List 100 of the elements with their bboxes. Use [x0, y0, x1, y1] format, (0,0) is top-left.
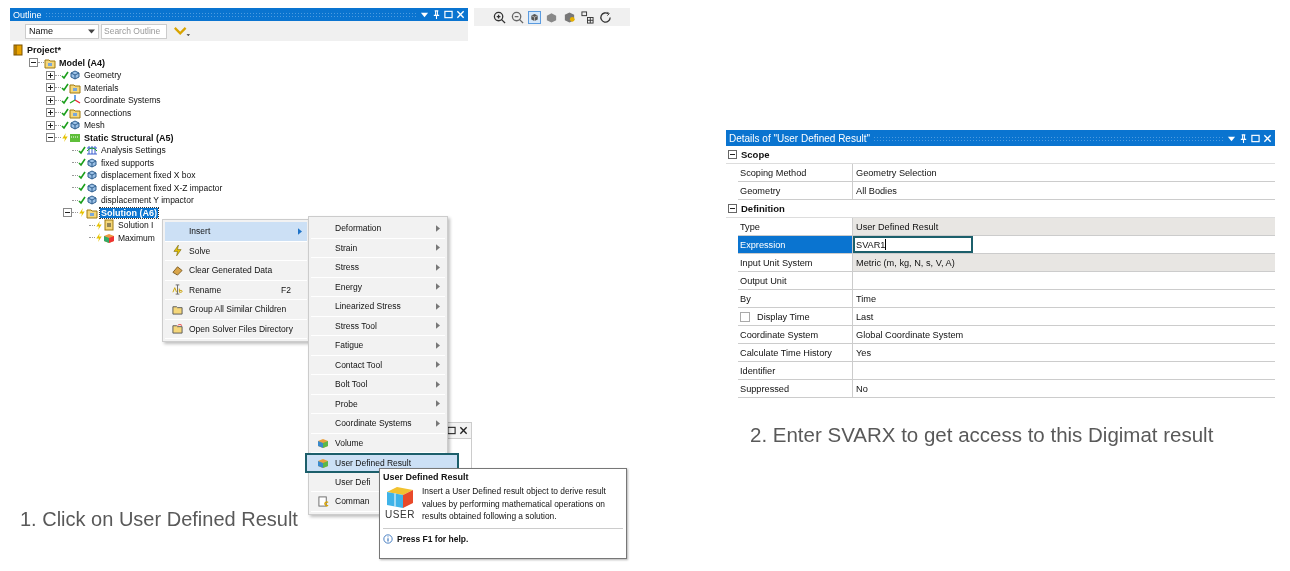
expander-icon[interactable] [46, 83, 55, 93]
panel-title: Details of "User Defined Result" [729, 132, 871, 144]
grid-icon [86, 144, 98, 157]
menu-item[interactable]: Stress Tool [311, 316, 445, 336]
submenu-arrow-icon [436, 419, 440, 427]
property-value: Time [855, 292, 878, 306]
lightning-icon [172, 245, 182, 257]
cube-icon [86, 156, 98, 169]
axes-icon [69, 94, 81, 107]
menu-item[interactable]: Clear Generated Data [165, 261, 307, 281]
property-name[interactable]: Output Unit [738, 272, 853, 289]
tree-item[interactable]: Materials [83, 82, 120, 93]
tree-item[interactable]: Analysis Settings [100, 145, 167, 156]
menu-item[interactable]: Insert [165, 222, 307, 242]
menu-item[interactable]: Rename F2 [165, 280, 307, 300]
group-header[interactable]: Scope [741, 149, 770, 160]
tree-item[interactable]: displacement fixed X box [100, 170, 197, 181]
collapse-icon[interactable] [728, 204, 737, 213]
expander-icon[interactable] [46, 70, 55, 80]
property-name[interactable]: Expression [738, 236, 853, 253]
tree-item[interactable]: Solution I [117, 220, 155, 231]
property-value: Global Coordinate System [855, 328, 965, 342]
menu-item[interactable]: Group All Similar Children [165, 300, 307, 320]
menu-item[interactable]: Probe [311, 394, 445, 414]
tree-item[interactable]: Maximum [117, 232, 156, 243]
cube-icon [86, 181, 98, 194]
tree-item[interactable]: Mesh [83, 120, 106, 131]
tree-item[interactable]: Project* [26, 45, 62, 56]
cube-icon[interactable] [562, 9, 577, 25]
cube-icon [86, 194, 98, 207]
layout-icon[interactable] [580, 9, 595, 25]
expander-icon[interactable] [46, 108, 55, 118]
collapse-icon[interactable] [728, 150, 737, 159]
property-name[interactable]: Display Time [738, 308, 853, 325]
tree-item[interactable]: fixed supports [100, 157, 155, 168]
group-header[interactable]: Definition [741, 203, 785, 214]
submenu-arrow-icon [436, 302, 440, 310]
menu-item[interactable]: Fatigue [311, 336, 445, 356]
tree-item[interactable]: Solution (A6) [100, 207, 158, 218]
property-value: All Bodies [855, 184, 898, 198]
menu-item[interactable]: Bolt Tool [311, 375, 445, 395]
property-name[interactable]: By [738, 290, 853, 307]
pin-icon[interactable] [1239, 133, 1248, 143]
property-value: No [855, 382, 869, 396]
expander-icon[interactable] [46, 120, 55, 130]
expander-icon[interactable] [46, 95, 55, 105]
property-name[interactable]: Suppressed [738, 380, 853, 397]
cube-icon[interactable] [528, 10, 541, 24]
tree-item[interactable]: Model (A4) [58, 57, 106, 68]
property-name[interactable]: Scoping Method [738, 164, 853, 181]
menu-item[interactable]: Open Solver Files Directory [165, 319, 307, 339]
property-name[interactable]: Identifier [738, 362, 853, 379]
pin-icon[interactable] [432, 10, 441, 19]
result-icon [103, 231, 115, 244]
expander-icon[interactable] [63, 208, 72, 218]
menu-item[interactable]: Contact Tool [311, 355, 445, 375]
tree-item[interactable]: displacement Y impactor [100, 195, 195, 206]
rotate-icon[interactable] [598, 9, 613, 25]
menu-item[interactable]: Coordinate Systems [311, 414, 445, 434]
property-value: Last [855, 310, 875, 324]
menu-item[interactable]: Energy [311, 277, 445, 297]
submenu-arrow-icon [298, 227, 302, 235]
menu-item[interactable]: Stress [311, 258, 445, 278]
submenu-arrow-icon [436, 380, 440, 388]
tree-item[interactable]: Static Structural (A5) [83, 132, 175, 143]
menu-item[interactable]: Strain [311, 238, 445, 258]
info-icon [383, 533, 393, 544]
property-value: Geometry Selection [855, 166, 938, 180]
eraser-icon [171, 264, 183, 276]
menu-item[interactable]: Deformation [311, 219, 445, 239]
maximize-icon[interactable] [447, 426, 456, 435]
zoom-out-icon[interactable] [510, 9, 525, 25]
menu-item[interactable]: Solve [165, 241, 307, 261]
tree-item[interactable]: Connections [83, 107, 133, 118]
expander-icon[interactable] [29, 58, 38, 68]
folder-icon [69, 81, 81, 94]
expander-icon[interactable] [46, 133, 55, 143]
caret-icon [88, 28, 95, 34]
expression-field[interactable]: SVAR1 [853, 236, 973, 253]
cube-icon [86, 169, 98, 182]
property-name[interactable]: Geometry [738, 182, 853, 199]
column-dropdown[interactable]: Name [25, 23, 99, 39]
property-value: Metric (m, kg, N, s, V, A) [853, 254, 1275, 271]
dropdown-icon[interactable] [420, 10, 429, 19]
zoom-in-icon[interactable] [492, 9, 507, 25]
close-icon[interactable] [459, 426, 468, 435]
checkbox[interactable] [740, 311, 750, 322]
tree-item[interactable]: Coordinate Systems [83, 95, 162, 106]
property-name[interactable]: Calculate Time History [738, 344, 853, 361]
chart-icon [69, 131, 81, 144]
result-cube-icon [385, 485, 415, 509]
submenu-arrow-icon [436, 361, 440, 369]
property-name[interactable]: Coordinate System [738, 326, 853, 343]
tree-item[interactable]: Geometry [83, 70, 123, 81]
submenu-arrow-icon [436, 400, 440, 408]
tree-item[interactable]: displacement fixed X-Z impactor [100, 182, 224, 193]
submenu-arrow-icon [436, 244, 440, 252]
rename-icon [171, 284, 183, 296]
menu-item[interactable]: Linearized Stress [311, 297, 445, 317]
search-field[interactable]: Search Outline [101, 23, 167, 39]
